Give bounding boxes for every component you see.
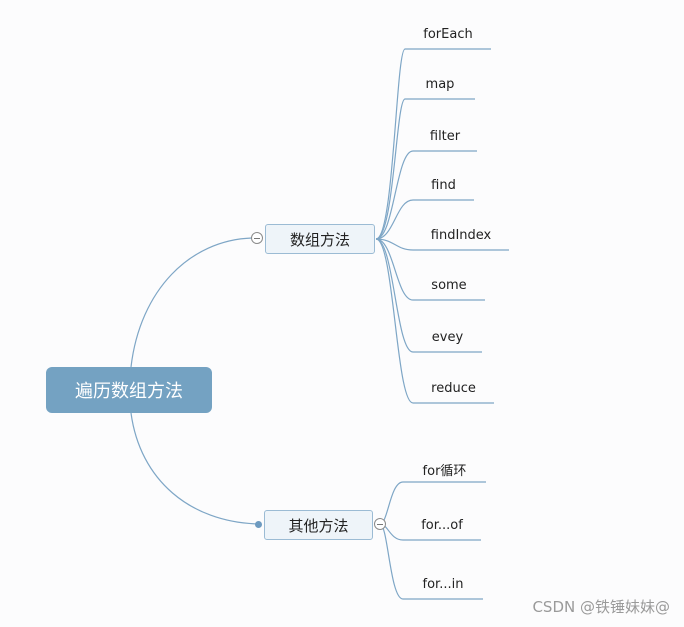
branch-node-other-methods[interactable]: 其他方法 — [264, 510, 373, 540]
leaf-node[interactable]: evey — [432, 330, 463, 345]
root-node[interactable]: 遍历数组方法 — [46, 367, 212, 413]
root-to-branch-line — [130, 412, 259, 525]
watermark: CSDN @铁锤妹妹@ — [532, 598, 670, 616]
leaf-node[interactable]: some — [431, 278, 466, 293]
collapse-toggle-icon[interactable] — [251, 232, 263, 244]
leaf-node[interactable]: map — [426, 77, 455, 92]
leaf-connector-line — [375, 98, 475, 240]
leaf-node[interactable]: forEach — [423, 27, 472, 42]
leaf-node[interactable]: for...in — [423, 577, 464, 592]
collapse-toggle-icon[interactable] — [374, 518, 386, 530]
branch-label: 数组方法 — [289, 230, 350, 249]
branch-label: 其他方法 — [288, 516, 349, 535]
leaf-connector-line — [375, 238, 494, 404]
leaf-node[interactable]: filter — [430, 129, 460, 144]
branch-node-array-methods[interactable]: 数组方法 — [265, 224, 375, 254]
leaf-node[interactable]: findIndex — [431, 228, 491, 243]
connector-dot-icon — [255, 521, 262, 528]
leaf-node[interactable]: for循环 — [423, 460, 467, 479]
leaf-node[interactable]: reduce — [431, 381, 476, 396]
root-to-branch-line — [130, 237, 253, 368]
root-label: 遍历数组方法 — [75, 381, 183, 402]
leaf-node[interactable]: find — [431, 178, 456, 193]
leaf-node[interactable]: for...of — [421, 518, 463, 533]
